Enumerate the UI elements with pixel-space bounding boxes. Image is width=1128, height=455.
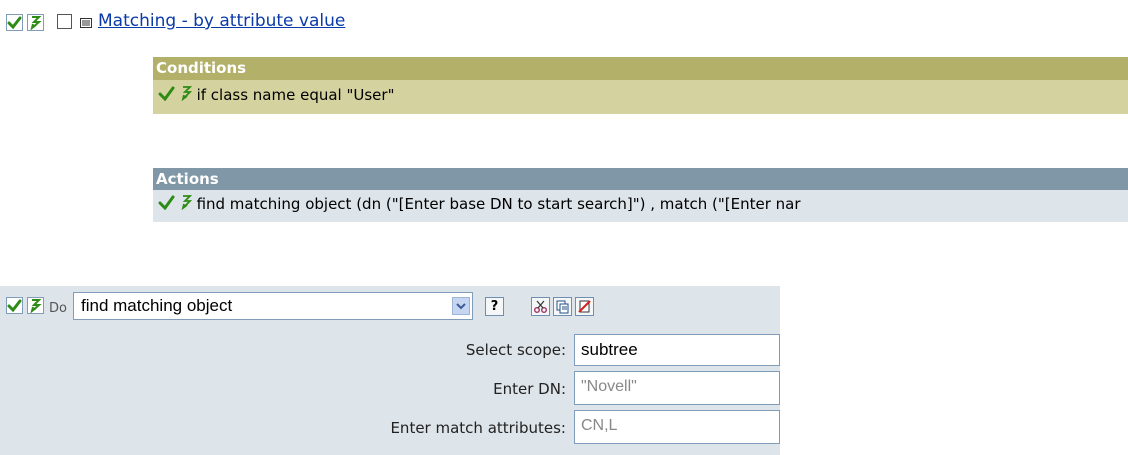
rule-title-link[interactable]: Matching - by attribute value (98, 11, 345, 31)
scope-label: Select scope: (465, 341, 566, 359)
trace-icon (180, 85, 192, 107)
dn-field[interactable]: "Novell" (574, 371, 780, 405)
conditions-header: Conditions (153, 57, 1128, 80)
check-icon (158, 194, 175, 216)
scope-value: subtree (581, 340, 638, 359)
delete-icon[interactable] (575, 297, 594, 316)
action-trace-icon[interactable] (27, 297, 44, 314)
action-select[interactable]: find matching object (73, 292, 473, 320)
match-attributes-value: CN,L (581, 417, 618, 434)
trace-icon (180, 194, 192, 216)
rule-enabled-check-icon[interactable] (6, 14, 23, 31)
action-text: find matching object (dn ("[Enter base D… (196, 195, 801, 213)
help-label: ? (490, 299, 499, 314)
action-select-value: find matching object (81, 296, 233, 315)
chevron-down-icon[interactable] (452, 297, 470, 315)
scope-field[interactable]: subtree (574, 334, 780, 366)
dn-label: Enter DN: (493, 380, 566, 398)
do-label: Do (49, 301, 67, 316)
rule-icon (79, 15, 93, 29)
cut-icon[interactable] (531, 297, 550, 316)
check-icon (158, 85, 175, 107)
condition-text: if class name equal "User" (196, 86, 395, 104)
condition-row[interactable]: if class name equal "User" (153, 80, 1128, 114)
help-icon[interactable]: ? (485, 297, 504, 316)
copy-icon[interactable] (553, 297, 572, 316)
rule-select-checkbox[interactable] (57, 14, 72, 29)
action-enabled-check-icon[interactable] (6, 297, 23, 314)
actions-header: Actions (153, 168, 1128, 190)
dn-value: "Novell" (581, 378, 637, 395)
match-attributes-field[interactable]: CN,L (574, 410, 780, 444)
rule-trace-icon[interactable] (27, 14, 44, 31)
action-row[interactable]: find matching object (dn ("[Enter base D… (153, 190, 1128, 222)
match-attributes-label: Enter match attributes: (390, 419, 566, 437)
